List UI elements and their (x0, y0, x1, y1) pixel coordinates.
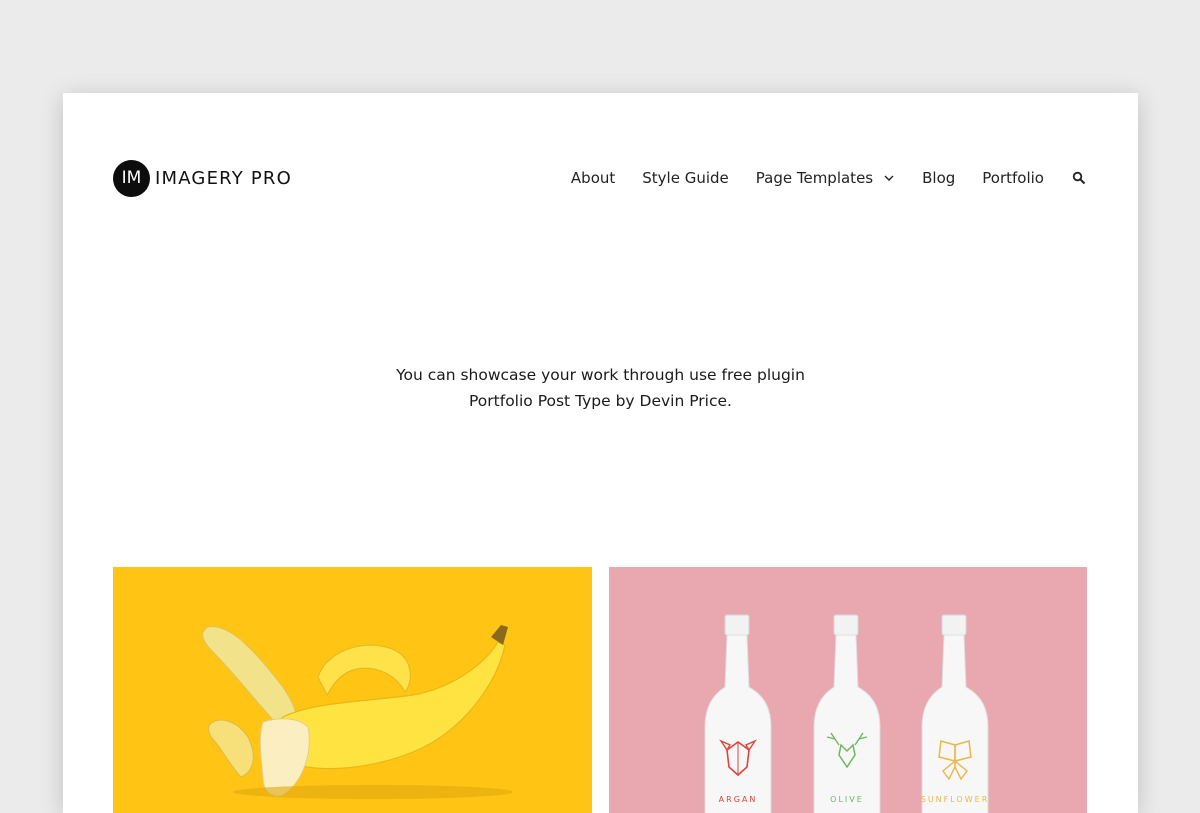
site-logo[interactable]: IM IMAGERY PRO (113, 159, 292, 197)
portfolio-item-banana[interactable] (113, 567, 592, 813)
nav-label: Style Guide (642, 169, 729, 187)
nav-label: Page Templates (755, 169, 874, 187)
intro-line-2: Portfolio Post Type by Devin Price. (469, 392, 732, 410)
nav-item-page-templates[interactable]: Page Templates (756, 169, 895, 187)
search-button[interactable] (1072, 171, 1086, 185)
chevron-down-icon[interactable] (883, 172, 895, 184)
nav-label: Blog (922, 169, 956, 187)
site-header: IM IMAGERY PRO About Style Guide Page Te… (113, 159, 1086, 197)
nav-label: About (570, 169, 616, 187)
nav-item-portfolio[interactable]: Portfolio (982, 169, 1044, 187)
intro-text: You can showcase your work through use f… (63, 362, 1138, 414)
portfolio-item-bottles[interactable]: ARGAN OLIVE SUNFLOWER (609, 567, 1087, 813)
intro-line-1: You can showcase your work through use f… (396, 366, 805, 384)
nav-item-style-guide[interactable]: Style Guide (642, 169, 729, 187)
bottles-image: ARGAN OLIVE SUNFLOWER (609, 567, 1087, 813)
banana-image (113, 567, 592, 813)
search-icon (1072, 171, 1086, 185)
main-nav: About Style Guide Page Templates Blog Po… (571, 169, 1086, 187)
logo-text: IMAGERY PRO (155, 167, 292, 189)
nav-item-blog[interactable]: Blog (922, 169, 955, 187)
nav-label: Portfolio (982, 169, 1044, 187)
page-card: IM IMAGERY PRO About Style Guide Page Te… (63, 93, 1138, 813)
nav-item-about[interactable]: About (571, 169, 615, 187)
logo-badge: IM (113, 159, 150, 197)
